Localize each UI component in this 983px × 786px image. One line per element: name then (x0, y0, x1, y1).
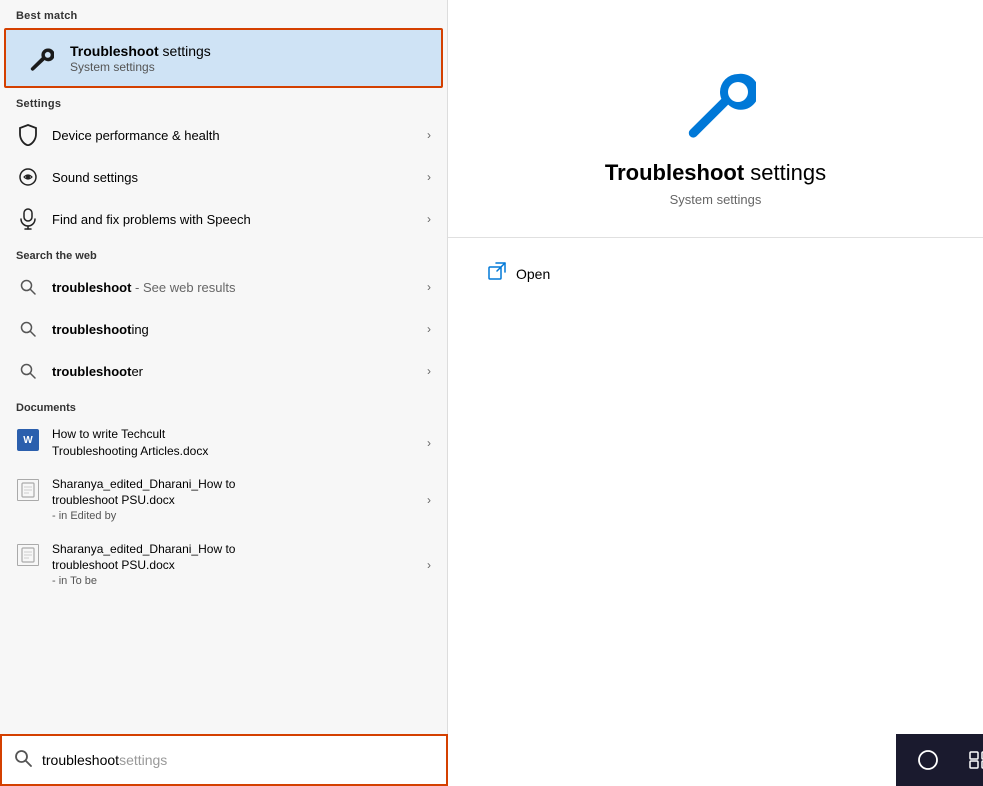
right-panel-wrench-icon (676, 60, 756, 140)
chevron-icon: › (427, 558, 431, 572)
search-panel: Best match Troubleshoot settings System … (0, 0, 448, 786)
open-label: Open (516, 266, 550, 282)
web-item-label-2: troubleshooting (52, 322, 427, 337)
best-match-label: Best match (0, 0, 447, 28)
open-action[interactable]: Open (488, 254, 943, 293)
taskbar-search-btn[interactable] (904, 738, 952, 782)
search-icon (16, 359, 40, 383)
right-panel-title: Troubleshoot settings (605, 160, 826, 186)
search-icon (16, 275, 40, 299)
right-panel-subtitle: System settings (670, 192, 762, 207)
open-icon (488, 262, 506, 285)
doc-item-3[interactable]: Sharanya_edited_Dharani_How to troublesh… (0, 533, 447, 598)
best-match-text: Troubleshoot settings System settings (70, 43, 211, 74)
sound-icon (16, 165, 40, 189)
mic-icon (16, 207, 40, 231)
search-bar-hint: settings (119, 752, 167, 768)
taskbar-taskview-btn[interactable] (956, 738, 983, 782)
chevron-icon: › (427, 170, 431, 184)
settings-item-device[interactable]: Device performance & health › (0, 114, 447, 156)
doc-item-1[interactable]: W How to write Techcult Troubleshooting … (0, 418, 447, 468)
right-panel-actions: Open (448, 238, 983, 309)
web-item-troubleshoot[interactable]: troubleshoot - See web results › (0, 266, 447, 308)
web-item-troubleshooting[interactable]: troubleshooting › (0, 308, 447, 350)
chevron-icon: › (427, 212, 431, 226)
taskbar: D (896, 734, 983, 786)
chevron-icon: › (427, 280, 431, 294)
web-item-label-1: troubleshoot - See web results (52, 280, 427, 295)
doc-icon (16, 543, 40, 567)
search-icon (16, 317, 40, 341)
chevron-icon: › (427, 493, 431, 507)
right-panel-top: Troubleshoot settings System settings (448, 0, 983, 238)
docs-section-label: Documents (0, 392, 447, 418)
search-bar[interactable]: troubleshoot settings (0, 734, 448, 786)
web-item-label-3: troubleshooter (52, 364, 427, 379)
settings-item-speech[interactable]: Find and fix problems with Speech › (0, 198, 447, 240)
doc-icon (16, 478, 40, 502)
doc-text-1: How to write Techcult Troubleshooting Ar… (52, 426, 427, 460)
settings-section-label: Settings (0, 88, 447, 114)
best-match-title: Troubleshoot settings (70, 43, 211, 59)
doc-text-3: Sharanya_edited_Dharani_How to troublesh… (52, 541, 427, 590)
doc-text-2: Sharanya_edited_Dharani_How to troublesh… (52, 476, 427, 525)
best-match-item[interactable]: Troubleshoot settings System settings (4, 28, 443, 88)
chevron-icon: › (427, 128, 431, 142)
search-bar-value: troubleshoot (42, 752, 119, 768)
shield-icon (16, 123, 40, 147)
word-icon: W (16, 428, 40, 452)
device-item-label: Device performance & health (52, 128, 427, 143)
web-section-label: Search the web (0, 240, 447, 266)
chevron-icon: › (427, 364, 431, 378)
web-item-troubleshooter[interactable]: troubleshooter › (0, 350, 447, 392)
best-match-subtitle: System settings (70, 60, 211, 74)
wrench-icon (22, 40, 58, 76)
sound-item-label: Sound settings (52, 170, 427, 185)
speech-item-label: Find and fix problems with Speech (52, 212, 427, 227)
settings-item-sound[interactable]: Sound settings › (0, 156, 447, 198)
search-bar-icon (14, 749, 32, 772)
chevron-icon: › (427, 322, 431, 336)
chevron-icon: › (427, 436, 431, 450)
doc-item-2[interactable]: Sharanya_edited_Dharani_How to troublesh… (0, 468, 447, 533)
right-panel: Troubleshoot settings System settings Op… (448, 0, 983, 786)
